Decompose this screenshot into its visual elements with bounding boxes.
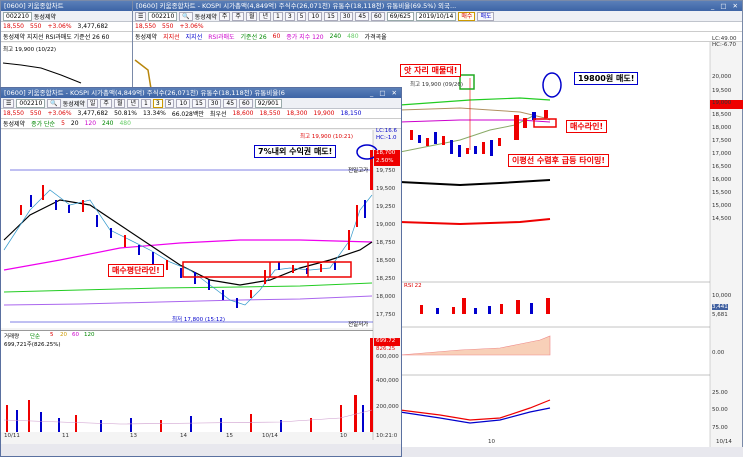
front-vol-ind-0: 단순 bbox=[30, 334, 41, 340]
front-tag-price: 18,700 bbox=[376, 150, 396, 156]
front-vol-value: 699,721주(826.25%) bbox=[4, 342, 61, 348]
front-axis-6: 18,250 bbox=[376, 276, 396, 282]
front-axis-2: 19,250 bbox=[376, 204, 396, 210]
front-vol-ind-1: 5 bbox=[50, 332, 54, 338]
front-axis-8: 17,750 bbox=[376, 312, 396, 318]
front-vol-ind-2: 20 bbox=[60, 332, 67, 338]
front-high-label: 최고 19,900 (10:21) bbox=[300, 134, 354, 140]
front-vol-ind-4: 120 bbox=[84, 332, 95, 338]
front-axis-4: 18,750 bbox=[376, 240, 396, 246]
front-date-3: 14 bbox=[180, 433, 187, 439]
front-vol-ind-3: 60 bbox=[72, 332, 79, 338]
front-vol-tag2: 826.25 bbox=[376, 346, 396, 352]
front-date-0: 10/11 bbox=[4, 433, 20, 439]
front-vol-axis-0: 600,000 bbox=[376, 354, 399, 360]
front-date-6: 10 bbox=[340, 433, 347, 439]
front-date-4: 15 bbox=[226, 433, 233, 439]
front-candles bbox=[20, 150, 373, 308]
annotation-profit: 7%내외 수익권 매도! bbox=[254, 145, 337, 158]
front-low-label: 최저 17,800 (15:12) bbox=[172, 317, 226, 323]
front-axis-0: 19,750 bbox=[376, 168, 396, 174]
front-vol-tag-text: 699.72 bbox=[376, 338, 396, 344]
front-date-2: 13 bbox=[130, 433, 137, 439]
front-date-5: 10/14 bbox=[262, 433, 278, 439]
front-tag-pct: 2.50% bbox=[376, 158, 394, 164]
front-lower-band: 전일저가 bbox=[348, 322, 369, 328]
front-upper-band: 전일고가 bbox=[348, 168, 369, 174]
front-axis-5: 18,500 bbox=[376, 258, 396, 264]
front-vol-axis-2: 200,000 bbox=[376, 404, 399, 410]
front-vol-title: 거래량 bbox=[4, 334, 20, 340]
front-lc: LC:16.6 bbox=[376, 128, 398, 134]
front-axis-3: 19,000 bbox=[376, 222, 396, 228]
front-axis-7: 18,000 bbox=[376, 294, 396, 300]
front-axis-1: 19,500 bbox=[376, 186, 396, 192]
front-hc: HC:-1.0 bbox=[376, 135, 397, 141]
front-date-1: 11 bbox=[62, 433, 69, 439]
front-date-7: 10:21:0 bbox=[376, 433, 398, 439]
buy-zone-box bbox=[182, 261, 352, 278]
front-volume-bars bbox=[6, 338, 373, 432]
front-chart-svg bbox=[1, 130, 401, 456]
front-vol-axis-1: 400,000 bbox=[376, 378, 399, 384]
front-scrollbar[interactable] bbox=[1, 444, 401, 456]
annotation-buylines: 매수평단라인! bbox=[108, 264, 164, 277]
